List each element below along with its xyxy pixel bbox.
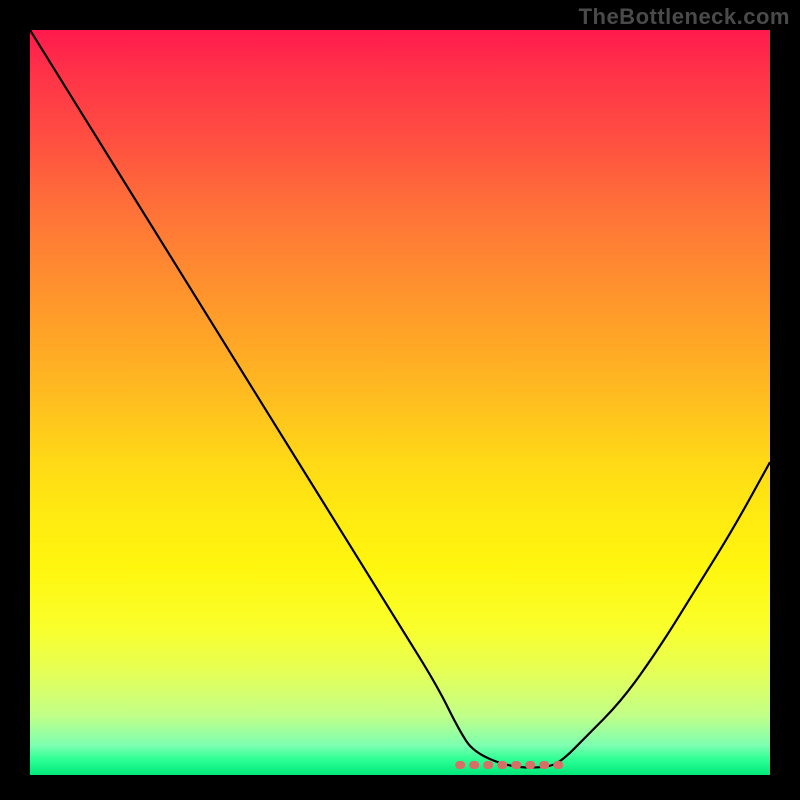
bottleneck-curve-svg [30, 30, 770, 775]
chart-frame: TheBottleneck.com [0, 0, 800, 800]
watermark-text: TheBottleneck.com [579, 4, 790, 30]
bottleneck-curve-line [30, 30, 770, 768]
plot-area [30, 30, 770, 775]
